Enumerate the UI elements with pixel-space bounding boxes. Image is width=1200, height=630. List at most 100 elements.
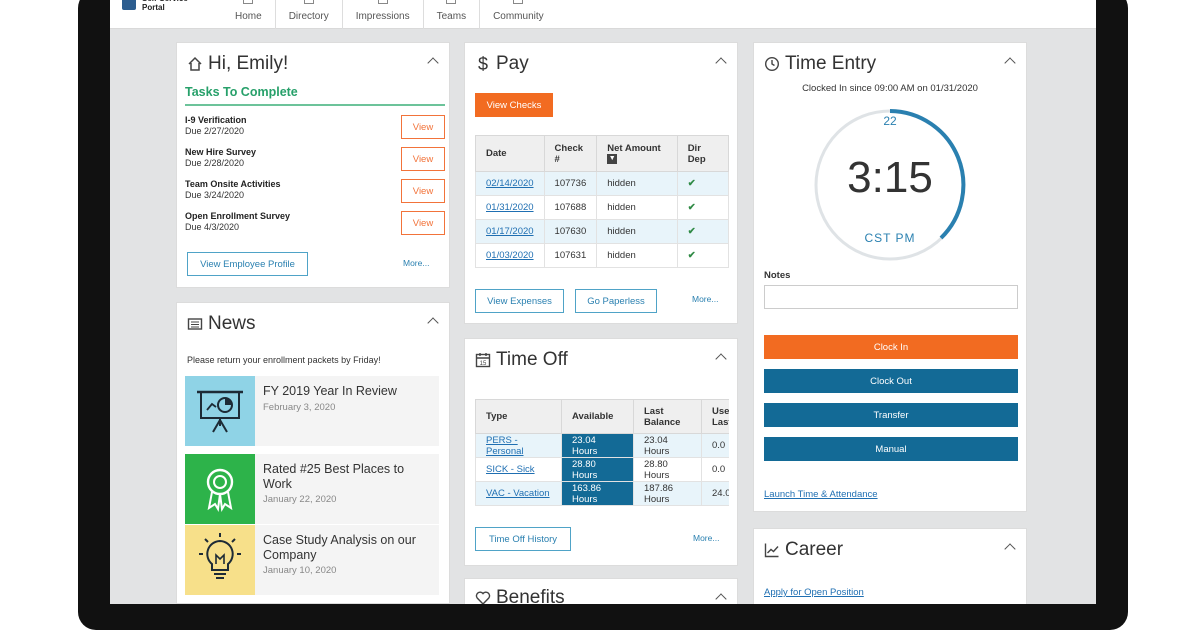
table-row: 01/31/2020 107688 hidden ✔	[475, 195, 730, 220]
nav-teams[interactable]: Teams	[424, 0, 481, 29]
news-item[interactable]: Case Study Analysis on our Company Janua…	[185, 525, 439, 595]
presentation-chart-icon	[197, 390, 243, 433]
table-row: SICK - Sick 28.80 Hours 28.80 Hours 0.0	[475, 457, 729, 482]
clock-icon	[764, 56, 780, 72]
more-link[interactable]: More...	[692, 294, 718, 304]
newspaper-icon	[187, 318, 203, 330]
collapse-chevron-icon[interactable]	[427, 317, 439, 329]
manual-button[interactable]: Manual	[764, 437, 1018, 461]
task-view-button[interactable]: View	[401, 179, 445, 203]
news-item-date: February 3, 2020	[263, 402, 336, 413]
news-item-title: Rated #25 Best Places to Work	[263, 462, 405, 491]
task-view-button[interactable]: View	[401, 211, 445, 235]
pay-title: Pay	[496, 53, 529, 74]
current-time: 3:15	[847, 153, 933, 202]
collapse-chevron-icon[interactable]	[1004, 543, 1016, 555]
greeting-header: Hi, Emily!	[187, 53, 288, 75]
news-item-date: January 10, 2020	[263, 565, 337, 576]
available-hours: 163.86 Hours	[561, 481, 634, 506]
task-item: Open Enrollment Survey Due 4/3/2020	[185, 211, 290, 233]
nav-community[interactable]: Community	[480, 0, 557, 29]
nav-label: Teams	[436, 11, 467, 22]
task-name: Team Onsite Activities	[185, 179, 281, 189]
column-header[interactable]: Dir Dep	[676, 135, 730, 172]
column-header[interactable]: Used Last	[701, 399, 729, 434]
notes-input[interactable]	[764, 285, 1018, 309]
column-header[interactable]: Available	[561, 399, 634, 434]
time-entry-header: Time Entry	[764, 53, 876, 75]
launch-time-attendance-link[interactable]: Launch Time & Attendance	[764, 489, 878, 500]
dropdown-toggle-icon[interactable]: ▼	[607, 153, 618, 164]
column-header[interactable]: Last Balance	[633, 399, 702, 434]
view-employee-profile-button[interactable]: View Employee Profile	[187, 252, 308, 276]
column-header[interactable]: Type	[475, 399, 562, 434]
task-view-button[interactable]: View	[401, 115, 445, 139]
time-off-table-wrapper[interactable]: Type Available Last Balance Used Last PE…	[475, 399, 729, 507]
collapse-chevron-icon[interactable]	[715, 57, 727, 69]
trend-chart-icon	[764, 543, 779, 558]
home-icon	[188, 56, 202, 71]
collapse-chevron-icon[interactable]	[427, 57, 439, 69]
greeting-card: Hi, Emily! Tasks To Complete I-9 Verific…	[176, 42, 450, 288]
nav-home[interactable]: Home	[222, 0, 276, 29]
news-thumbnail	[185, 454, 255, 524]
task-view-button[interactable]: View	[401, 147, 445, 171]
table-row: 01/03/2020 107631 hidden ✔	[475, 243, 730, 268]
checkmark-icon: ✔	[676, 195, 730, 220]
go-paperless-button[interactable]: Go Paperless	[575, 289, 657, 313]
clock-out-button[interactable]: Clock Out	[764, 369, 1018, 393]
portal-screen: Self-Service Portal Home Directory Impre…	[110, 0, 1096, 604]
net-amount: hidden	[596, 195, 678, 220]
teams-icon	[446, 0, 457, 4]
net-amount: hidden	[596, 171, 678, 196]
calendar-icon: 15	[475, 353, 491, 368]
net-amount: hidden	[596, 219, 678, 244]
collapse-chevron-icon[interactable]	[715, 593, 727, 604]
news-announcement: Please return your enrollment packets by…	[187, 355, 381, 365]
checkmark-icon: ✔	[676, 219, 730, 244]
task-due: Due 2/28/2020	[185, 158, 245, 168]
pay-date-link[interactable]: 02/14/2020	[486, 178, 534, 189]
news-title: News	[208, 313, 256, 334]
task-name: Open Enrollment Survey	[185, 211, 291, 221]
news-item[interactable]: Rated #25 Best Places to Work January 22…	[185, 454, 439, 524]
award-ribbon-icon	[206, 468, 234, 512]
transfer-button[interactable]: Transfer	[764, 403, 1018, 427]
task-item: I-9 Verification Due 2/27/2020	[185, 115, 247, 137]
svg-text:15: 15	[480, 361, 487, 367]
collapse-chevron-icon[interactable]	[715, 353, 727, 365]
last-balance: 23.04 Hours	[633, 433, 702, 458]
check-number: 107631	[543, 243, 598, 268]
nav-directory[interactable]: Directory	[276, 0, 343, 29]
clock-in-button[interactable]: Clock In	[764, 335, 1018, 359]
more-link[interactable]: More...	[403, 258, 429, 268]
main-nav: Home Directory Impressions Teams Communi…	[222, 0, 557, 29]
apply-open-position-link[interactable]: Apply for Open Position	[764, 587, 864, 598]
column-header[interactable]: Check #	[543, 135, 598, 172]
column-header[interactable]: Date	[475, 135, 545, 172]
more-link[interactable]: More...	[693, 533, 719, 543]
collapse-chevron-icon[interactable]	[1004, 57, 1016, 69]
table-row: 02/14/2020 107736 hidden ✔	[475, 171, 730, 196]
time-off-type-link[interactable]: VAC - Vacation	[486, 488, 550, 499]
nav-label: Impressions	[355, 11, 410, 22]
column-header[interactable]: Net Amount ▼	[596, 135, 678, 172]
time-off-card: 15 Time Off Type Available Last Balance …	[464, 338, 738, 566]
view-expenses-button[interactable]: View Expenses	[475, 289, 564, 313]
pay-date-link[interactable]: 01/03/2020	[486, 250, 534, 261]
time-off-type-link[interactable]: SICK - Sick	[486, 464, 535, 475]
column-header-label: Net Amount	[607, 142, 661, 154]
used-last: 0.0	[701, 433, 729, 458]
news-item[interactable]: FY 2019 Year In Review February 3, 2020	[185, 376, 439, 446]
brand: Self-Service Portal	[122, 0, 202, 12]
time-off-type-link[interactable]: PERS - Personal	[486, 435, 524, 457]
news-card: News Please return your enrollment packe…	[176, 302, 450, 604]
time-entry-card: Time Entry Clocked In since 09:00 AM on …	[753, 42, 1027, 512]
pay-date-link[interactable]: 01/17/2020	[486, 226, 534, 237]
pay-date-link[interactable]: 01/31/2020	[486, 202, 534, 213]
last-balance: 28.80 Hours	[633, 457, 702, 482]
time-off-history-button[interactable]: Time Off History	[475, 527, 571, 551]
dollar-icon: $	[477, 54, 488, 74]
nav-impressions[interactable]: Impressions	[343, 0, 424, 29]
view-checks-button[interactable]: View Checks	[475, 93, 553, 117]
